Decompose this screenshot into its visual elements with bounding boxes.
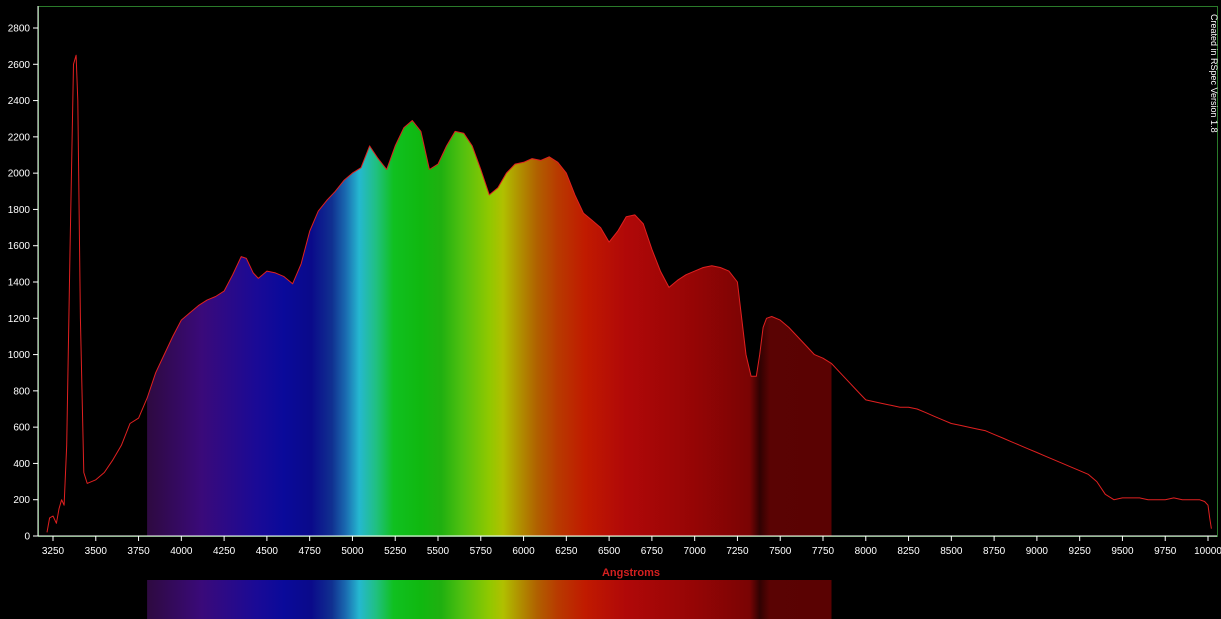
x-tick-label: 9750: [1154, 546, 1177, 557]
x-tick-label: 7750: [812, 546, 835, 557]
y-tick-label: 1800: [8, 205, 31, 216]
y-tick-label: 600: [13, 423, 30, 434]
y-tick-label: 2400: [8, 96, 31, 107]
x-tick-label: 10000: [1194, 546, 1221, 557]
spectrum-reference-band: [147, 580, 832, 619]
x-tick-label: 4000: [170, 546, 193, 557]
credit-label: Created in RSpec Version 1.8: [1209, 14, 1219, 133]
x-tick-label: 7000: [684, 546, 707, 557]
x-tick-label: 8000: [855, 546, 878, 557]
x-tick-label: 8250: [897, 546, 920, 557]
x-tick-label: 4250: [213, 546, 236, 557]
y-tick-label: 0: [24, 532, 30, 543]
x-tick-label: 6250: [555, 546, 578, 557]
y-tick-label: 200: [13, 495, 30, 506]
spectrum-chart: 3250 3500 3750 4000 4250 4500 4750 5000 5250 5500…: [8, 6, 1221, 619]
y-tick-label: 1000: [8, 350, 31, 361]
x-tick-label: 6000: [512, 546, 535, 557]
x-tick-label: 5250: [384, 546, 407, 557]
x-tick-label: 3250: [42, 546, 65, 557]
y-tick-label: 2000: [8, 169, 31, 180]
x-tick-label: 5500: [427, 546, 450, 557]
x-axis-label: Angstroms: [602, 567, 660, 579]
y-tick-label: 2200: [8, 132, 31, 143]
y-tick-label: 1200: [8, 314, 31, 325]
x-tick-label: 6750: [641, 546, 664, 557]
x-tick-label: 5750: [470, 546, 493, 557]
x-tick-label: 3500: [85, 546, 108, 557]
y-tick-label: 1600: [8, 241, 31, 252]
x-tick-label: 9250: [1069, 546, 1092, 557]
y-tick-label: 2800: [8, 24, 31, 35]
y-tick-label: 400: [13, 459, 30, 470]
y-tick-label: 1400: [8, 278, 31, 289]
x-tick-label: 7500: [769, 546, 792, 557]
x-tick-label: 9000: [1026, 546, 1049, 557]
x-tick-label: 4750: [299, 546, 322, 557]
x-tick-label: 6500: [598, 546, 621, 557]
x-tick-label: 4500: [256, 546, 279, 557]
x-tick-label: 8750: [983, 546, 1006, 557]
y-tick-label: 2600: [8, 60, 31, 71]
x-tick-label: 5000: [341, 546, 364, 557]
x-tick-label: 8500: [940, 546, 963, 557]
x-tick-label: 9500: [1111, 546, 1134, 557]
x-tick-label: 3750: [127, 546, 150, 557]
x-tick-label: 7250: [726, 546, 749, 557]
y-tick-label: 800: [13, 386, 30, 397]
